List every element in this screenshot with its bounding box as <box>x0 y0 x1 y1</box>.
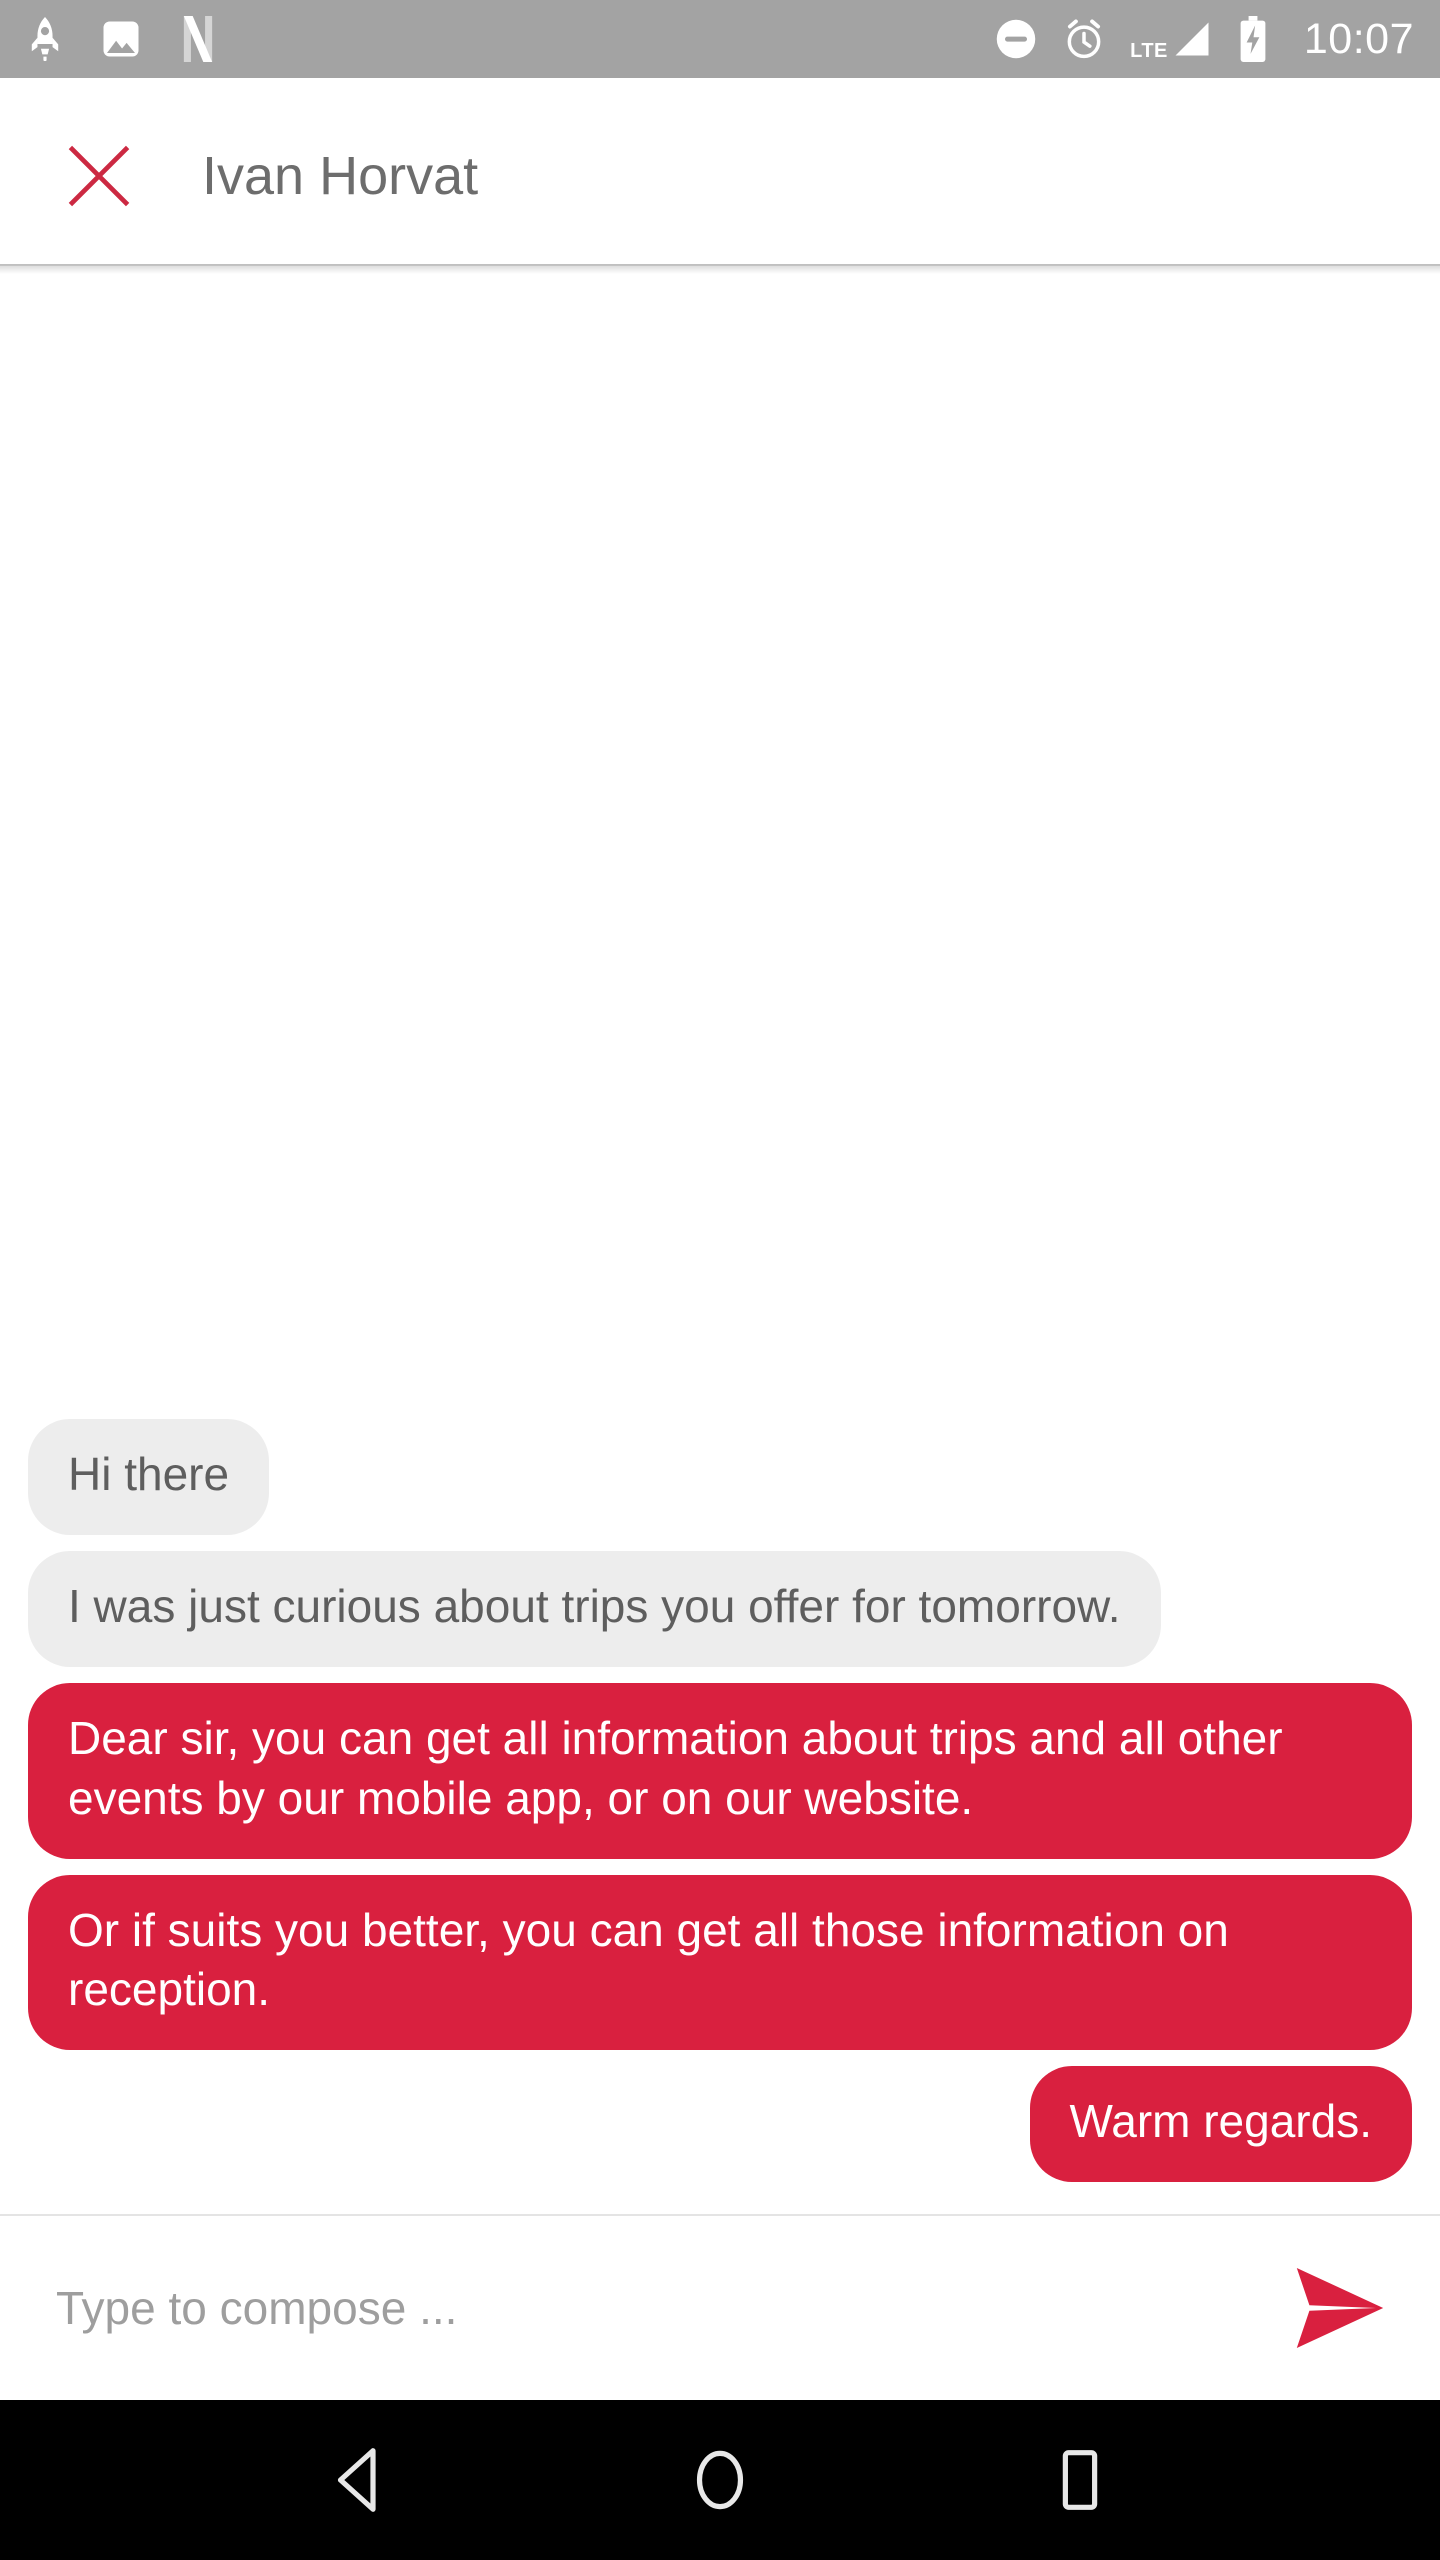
close-icon <box>68 145 130 207</box>
lte-signal-icon: LTE <box>1130 17 1214 61</box>
home-button[interactable] <box>660 2420 780 2540</box>
status-bar: LTE 10:07 <box>0 0 1440 78</box>
status-bar-system-icons: LTE 10:07 <box>994 16 1414 62</box>
message-bubble-incoming[interactable]: Hi there <box>28 1419 270 1536</box>
message-row: Or if suits you better, you can get all … <box>28 1874 1412 2051</box>
netflix-n-icon <box>178 16 218 62</box>
android-navigation-bar <box>0 2400 1440 2560</box>
back-button[interactable] <box>300 2420 420 2540</box>
send-button[interactable] <box>1280 2248 1400 2368</box>
composer-bar <box>0 2214 1440 2400</box>
app-bar: Ivan Horvat <box>0 78 1440 274</box>
lte-label: LTE <box>1130 40 1168 62</box>
battery-charging-icon <box>1238 16 1268 62</box>
recents-button[interactable] <box>1020 2420 1140 2540</box>
app-bar-shadow <box>0 264 1440 274</box>
message-row: Dear sir, you can get all information ab… <box>28 1683 1412 1859</box>
status-bar-notification-icons <box>26 16 218 62</box>
close-button[interactable] <box>58 135 140 217</box>
message-list[interactable]: Hi there I was just curious about trips … <box>0 274 1440 2214</box>
message-bubble-incoming[interactable]: I was just curious about trips you offer… <box>28 1551 1161 1668</box>
status-bar-clock: 10:07 <box>1303 14 1414 63</box>
phone-screen: LTE 10:07 Ivan Horvat Hi there I was jus… <box>0 0 1440 2560</box>
home-circle-icon <box>696 2450 744 2510</box>
message-row: Warm regards. <box>28 2066 1412 2182</box>
do-not-disturb-icon <box>994 17 1038 61</box>
message-row: Hi there <box>28 1419 1412 1536</box>
alarm-icon <box>1062 17 1106 61</box>
photo-icon <box>100 18 142 60</box>
message-row: I was just curious about trips you offer… <box>28 1551 1412 1668</box>
message-bubble-outgoing[interactable]: Warm regards. <box>1029 2066 1412 2182</box>
message-bubble-outgoing[interactable]: Dear sir, you can get all information ab… <box>28 1683 1412 1859</box>
back-triangle-icon <box>337 2448 376 2512</box>
message-bubble-outgoing[interactable]: Or if suits you better, you can get all … <box>28 1874 1412 2051</box>
send-icon <box>1296 2267 1384 2349</box>
message-input[interactable] <box>56 2281 1280 2335</box>
rocket-icon <box>26 17 64 61</box>
page-title: Ivan Horvat <box>202 146 479 206</box>
recents-square-icon <box>1062 2450 1098 2510</box>
